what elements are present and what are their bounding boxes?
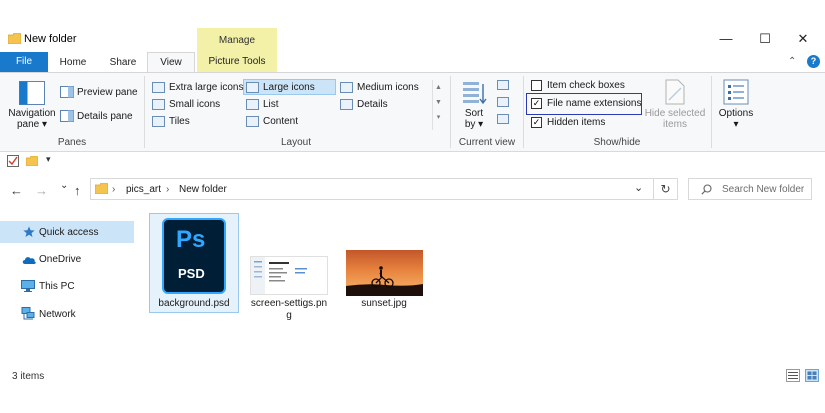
file-name: background.psd <box>158 298 230 309</box>
folder-icon <box>95 183 108 194</box>
layout-extra-large-icons[interactable]: Extra large icons <box>169 82 243 93</box>
sort-by-icon <box>463 82 487 105</box>
medium-icons-icon <box>340 82 353 93</box>
layout-list[interactable]: List <box>263 99 279 110</box>
options-button[interactable]: Options ▾ <box>714 108 758 130</box>
ribbon-divider <box>144 76 145 148</box>
new-folder-icon[interactable] <box>26 156 38 166</box>
recent-locations-button[interactable]: ⌄ <box>60 180 68 191</box>
properties-icon[interactable] <box>7 155 19 167</box>
file-item-screen-settings-png[interactable] <box>250 256 328 295</box>
star-icon <box>23 226 35 237</box>
status-item-count: 3 items <box>12 371 45 382</box>
close-button[interactable]: ✕ <box>793 30 813 48</box>
minimize-button[interactable]: — <box>716 30 736 48</box>
breadcrumb-separator: › <box>166 184 170 195</box>
extra-large-icons-icon <box>152 82 165 93</box>
address-dropdown-icon[interactable]: ⌄ <box>634 181 643 194</box>
tab-view[interactable]: View <box>147 52 195 73</box>
customize-toolbar-icon[interactable]: ▾ <box>46 154 51 165</box>
show-hide-group-label: Show/hide <box>593 137 641 148</box>
window-title: New folder <box>24 33 77 45</box>
forward-button[interactable]: → <box>35 183 48 198</box>
layout-small-icons[interactable]: Small icons <box>169 99 220 110</box>
breadcrumb-pics-art[interactable]: pics_art <box>126 184 161 195</box>
hide-selected-items-icon <box>665 79 685 105</box>
group-by-icon[interactable] <box>497 80 509 90</box>
quick-access-toolbar <box>0 152 825 170</box>
details-pane-button[interactable]: Details pane <box>77 111 133 122</box>
file-name: sunset.jpg <box>361 298 407 309</box>
hidden-items-label: Hidden items <box>547 117 606 128</box>
psd-badge: PSD <box>178 266 205 281</box>
collapse-ribbon-icon[interactable]: ⌃ <box>788 56 796 67</box>
screenshot-thumbnail-image <box>251 257 307 294</box>
panes-group-label: Panes <box>57 137 87 148</box>
tiles-icon <box>152 116 165 127</box>
content-icon <box>246 116 259 127</box>
nav-item-onedrive[interactable]: OneDrive <box>39 254 81 265</box>
manage-label: Manage <box>218 35 256 46</box>
layout-scroll[interactable]: ▲ ▼ ▾ <box>432 80 444 130</box>
details-pane-icon <box>60 110 74 122</box>
tab-file[interactable]: File <box>0 52 48 72</box>
item-check-boxes-checkbox[interactable] <box>531 80 542 91</box>
preview-pane-button[interactable]: Preview pane <box>77 87 138 98</box>
network-icon <box>21 307 35 320</box>
large-icons-view-icon[interactable] <box>805 369 819 382</box>
hide-selected-items-button[interactable]: Hide selected items <box>643 108 707 130</box>
file-name-extensions-checkbox[interactable]: ✓ <box>531 98 542 109</box>
onedrive-icon <box>22 257 36 264</box>
address-bar[interactable] <box>90 178 654 200</box>
hidden-items-checkbox[interactable]: ✓ <box>531 117 542 128</box>
ribbon-divider <box>711 76 712 148</box>
file-name-extensions-label: File name extensions <box>547 98 642 109</box>
sort-by-button[interactable]: Sort by ▾ <box>456 108 492 130</box>
file-item-sunset-jpg[interactable] <box>346 250 423 296</box>
back-button[interactable]: ← <box>10 183 23 198</box>
file-name: screen-settigs.pn g <box>250 298 328 321</box>
layout-tiles[interactable]: Tiles <box>169 116 190 127</box>
search-placeholder: Search New folder <box>722 184 805 195</box>
current-view-group-label: Current view <box>458 137 516 148</box>
refresh-button[interactable]: ↻ <box>654 178 678 200</box>
details-view-icon[interactable] <box>786 369 800 382</box>
options-icon <box>723 79 749 105</box>
layout-large-icons[interactable]: Large icons <box>263 82 315 93</box>
details-icon <box>340 99 353 110</box>
layout-group-label: Layout <box>280 137 312 148</box>
breadcrumb-new-folder[interactable]: New folder <box>179 184 227 195</box>
preview-pane-icon <box>60 86 74 98</box>
help-icon[interactable]: ? <box>807 55 820 68</box>
tab-home[interactable]: Home <box>51 54 95 72</box>
layout-details[interactable]: Details <box>357 99 388 110</box>
maximize-button[interactable]: ☐ <box>755 30 775 48</box>
nav-item-network[interactable]: Network <box>39 309 76 320</box>
item-check-boxes-label: Item check boxes <box>547 80 625 91</box>
nav-item-this-pc[interactable]: This PC <box>39 281 75 292</box>
search-icon <box>701 184 712 195</box>
breadcrumb-separator: › <box>112 184 116 195</box>
photoshop-icon-label: Ps <box>176 226 206 253</box>
size-columns-icon[interactable] <box>497 114 509 124</box>
small-icons-icon <box>152 99 165 110</box>
navigation-pane-button[interactable]: Navigation pane ▾ <box>6 108 58 130</box>
title-bar <box>0 24 825 54</box>
add-columns-icon[interactable] <box>497 97 509 107</box>
layout-content[interactable]: Content <box>263 116 298 127</box>
this-pc-icon <box>21 280 35 292</box>
folder-icon <box>8 33 21 44</box>
up-button[interactable]: ↑ <box>74 183 81 198</box>
list-icon <box>246 99 259 110</box>
nav-item-label: Quick access <box>39 227 99 238</box>
tab-share[interactable]: Share <box>101 54 145 72</box>
large-icons-icon <box>246 82 259 93</box>
layout-medium-icons[interactable]: Medium icons <box>357 82 419 93</box>
navigation-pane-icon <box>19 81 45 105</box>
ribbon-divider <box>450 76 451 148</box>
tab-picture-tools[interactable]: Picture Tools <box>197 52 277 72</box>
